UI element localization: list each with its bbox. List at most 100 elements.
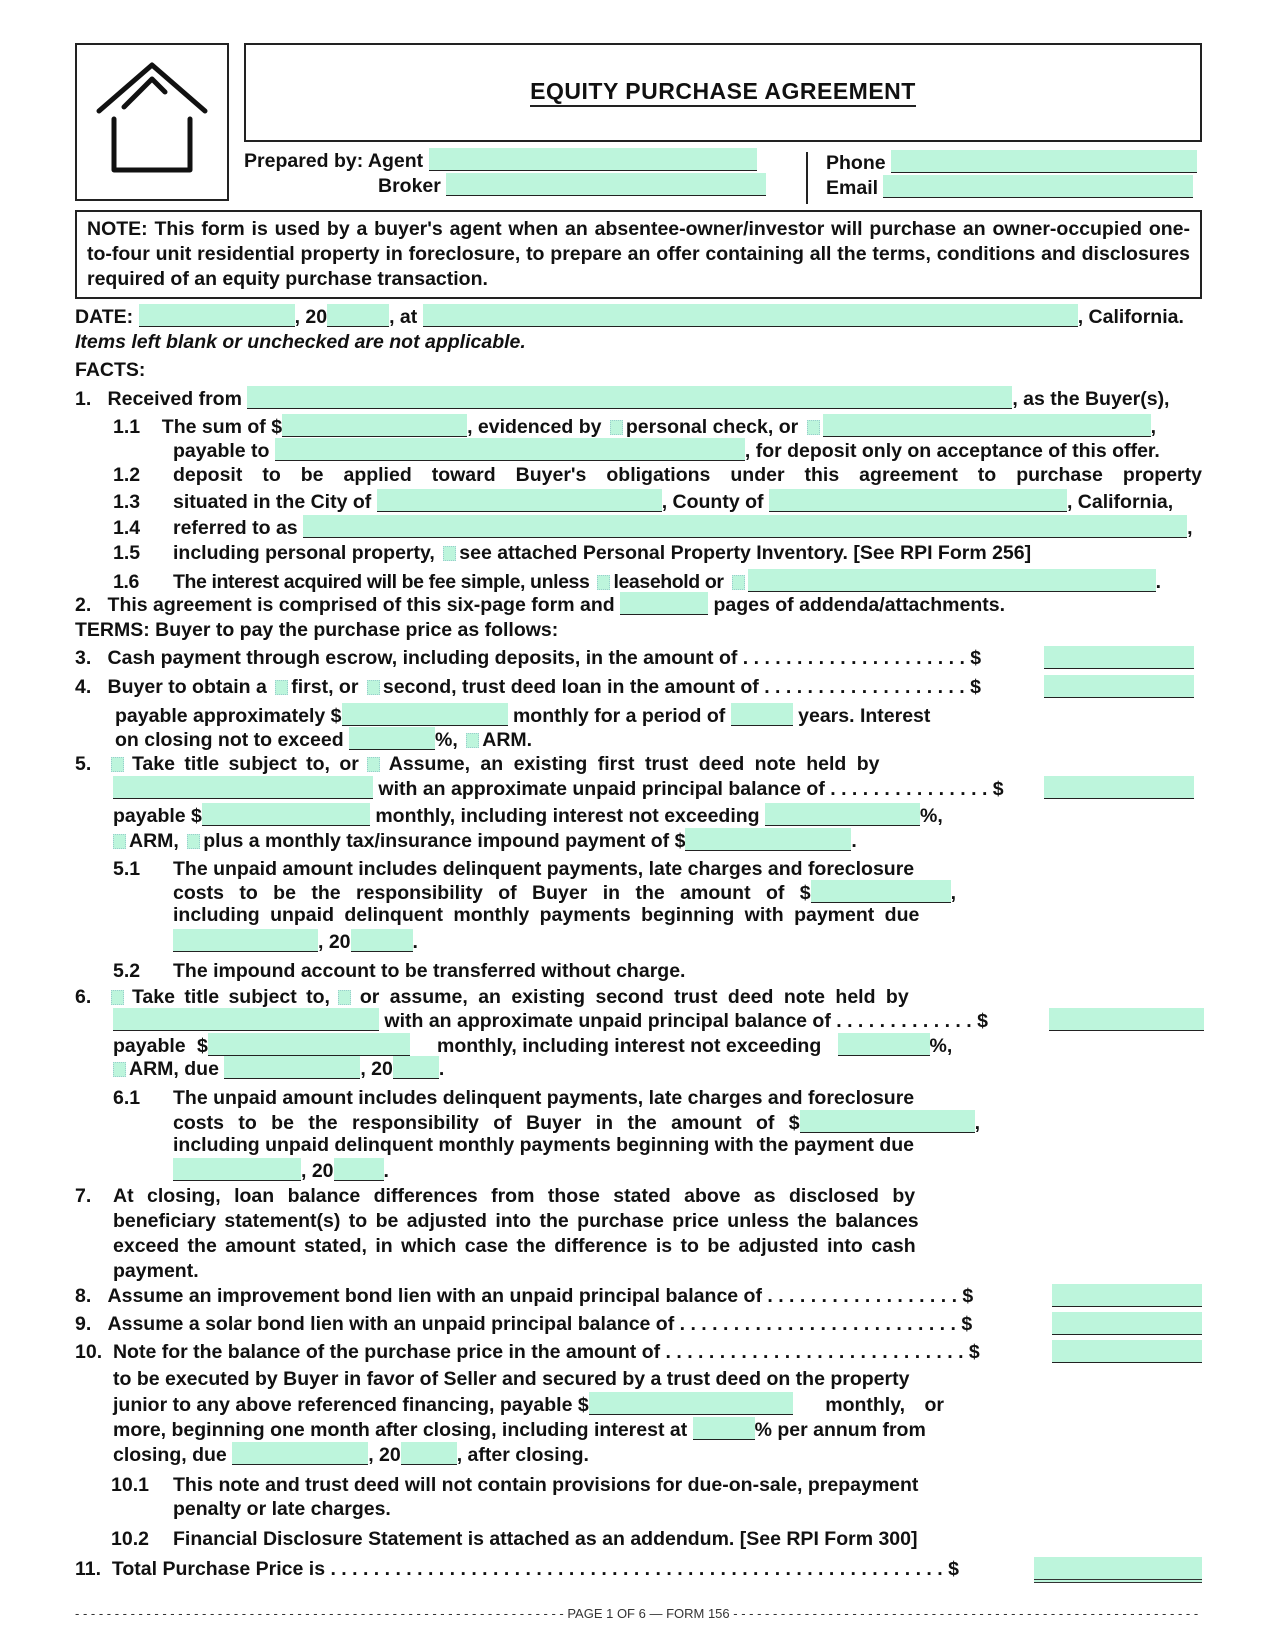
take-title-first-checkbox[interactable] [110,757,124,772]
seller-note-monthly-field[interactable] [588,1392,793,1415]
loan-monthly-payment-field[interactable] [341,703,508,726]
second-due-year-field[interactable] [392,1056,439,1079]
assume-second-checkbox[interactable] [338,990,352,1005]
phone-field[interactable] [891,150,1198,173]
seller-note-interest-field[interactable] [692,1417,755,1440]
addenda-pages-field[interactable] [620,592,709,615]
cash-payment-field[interactable] [1044,646,1194,669]
item-text: years. Interest [798,705,931,727]
second-interest-field[interactable] [837,1033,930,1056]
item-text: Note for the balance of the purchase pri… [112,1341,980,1363]
item-text: payable approximately $ [115,705,342,727]
first-payment-due-field[interactable] [173,929,318,952]
item-text: see attached Personal Property Inventory… [459,542,1032,564]
item-number: 7. [75,1185,92,1207]
item-text: , County of [661,491,764,513]
first-loan-checkbox[interactable] [275,680,289,695]
seller-note-due-field[interactable] [232,1442,369,1465]
terms-heading: TERMS: Buyer to pay the purchase price a… [75,619,559,641]
first-monthly-field[interactable] [201,803,370,826]
first-interest-field[interactable] [765,803,920,826]
second-delinquent-amount-field[interactable] [799,1110,975,1133]
other-deposit-field[interactable] [822,414,1151,437]
second-due-field[interactable] [224,1056,361,1079]
item-number: 4. [75,676,92,698]
arm-checkbox[interactable] [466,733,480,748]
buyer-name-field[interactable] [247,386,1013,409]
second-monthly-field[interactable] [207,1033,410,1056]
second-balance-field[interactable] [1049,1008,1204,1031]
first-lender-field[interactable] [113,776,373,799]
date-label: DATE: [75,306,134,328]
city-field[interactable] [376,489,662,512]
improvement-bond-field[interactable] [1052,1284,1202,1307]
property-reference-field[interactable] [303,515,1188,538]
item-number: 10.2 [111,1528,149,1550]
item-number: 1.6 [113,571,139,593]
other-interest-field[interactable] [747,569,1156,592]
first-balance-field[interactable] [1044,776,1194,799]
state-label: , California. [1077,306,1184,328]
deposit-amount-field[interactable] [282,414,468,437]
date-field[interactable] [138,304,295,327]
item-text: Assume a solar bond lien with an unpaid … [107,1313,973,1335]
email-field[interactable] [883,175,1194,198]
loan-years-field[interactable] [730,703,793,726]
item-text: Cash payment through escrow, including d… [107,647,982,669]
second-loan-checkbox[interactable] [366,680,380,695]
date-year-field[interactable] [327,304,390,327]
second-lender-field[interactable] [113,1008,379,1031]
personal-property-inventory-checkbox[interactable] [443,546,457,561]
item-text: %, [435,729,458,751]
payable-to-field[interactable] [274,438,745,461]
impound-checkbox[interactable] [187,834,201,849]
county-field[interactable] [768,489,1067,512]
item-text: pages of addenda/attachments. [713,594,1005,616]
item-text: personal check, or [625,416,799,438]
item-text: This agreement is comprised of this six-… [107,594,615,616]
broker-field[interactable] [446,173,767,196]
item-number: 9. [75,1313,92,1335]
item-text: The impound account to be transferred wi… [173,960,686,982]
location-field[interactable] [422,304,1078,327]
item-text: % per annum from [754,1419,926,1441]
new-loan-amount-field[interactable] [1044,675,1194,698]
interest-cap-field[interactable] [349,727,436,750]
total-purchase-price-field[interactable] [1034,1557,1202,1583]
item-number: 5. [75,753,92,775]
item-text: , [950,882,957,904]
second-payment-due-year-field[interactable] [333,1158,384,1181]
leasehold-checkbox[interactable] [597,575,611,590]
second-payment-due-field[interactable] [173,1158,301,1181]
other-deposit-checkbox[interactable] [806,420,820,435]
item-text: , [1150,416,1157,438]
second-arm-checkbox[interactable] [113,1062,126,1077]
page-footer: - - - - - - - - - - - - - - - - - - - - … [75,1606,1202,1621]
item-number: 11. [75,1558,102,1580]
first-arm-checkbox[interactable] [113,834,126,849]
solar-bond-field[interactable] [1052,1312,1202,1335]
seller-note-amount-field[interactable] [1052,1340,1202,1363]
item-text: , [1187,517,1193,539]
other-interest-checkbox[interactable] [731,575,745,590]
item-text: payable $ [113,1035,208,1057]
first-delinquent-amount-field[interactable] [810,880,951,903]
take-title-second-checkbox[interactable] [110,990,124,1005]
item-text: . [438,1058,445,1080]
item-number: 1.1 [113,416,141,438]
seller-note-due-year-field[interactable] [400,1442,457,1465]
item-text: or assume, an existing second trust deed… [359,986,909,1008]
item-text: payable $ [113,805,202,827]
first-payment-due-year-field[interactable] [350,929,413,952]
assume-first-checkbox[interactable] [367,757,381,772]
personal-check-checkbox[interactable] [609,420,623,435]
impound-payment-field[interactable] [685,828,852,851]
page-title: EQUITY PURCHASE AGREEMENT [246,78,1200,107]
item-text: , [974,1112,981,1134]
item-text: %, [929,1035,953,1057]
item-text: with an approximate unpaid principal bal… [378,778,1004,800]
item-text: to be executed by Buyer in favor of Sell… [113,1368,910,1390]
item-text: . [383,1160,389,1182]
agent-field[interactable] [428,148,757,171]
item-text: The interest acquired will be fee simple… [173,571,590,593]
